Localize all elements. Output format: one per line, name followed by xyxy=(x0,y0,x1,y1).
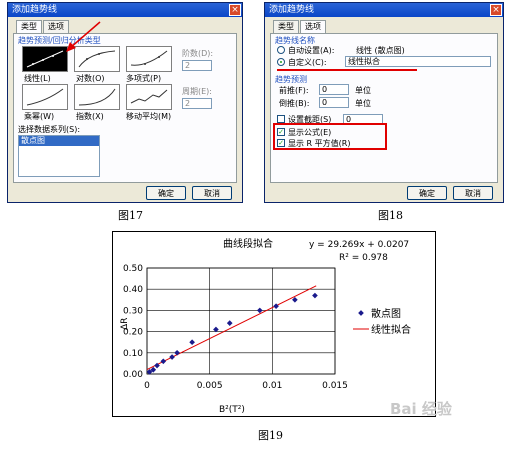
type-power-thumb[interactable] xyxy=(22,84,68,110)
y-tick-label: 0.50 xyxy=(123,264,143,274)
chart-container: 0.00 0.10 0.20 0.30 0.40 0.50 0 0.005 0.01 0.015 … xyxy=(112,231,436,417)
red-arrow-annotation xyxy=(66,21,101,52)
scatter-chart: 0.000.100.200.300.400.500 0.005 0.01 0.015 … xyxy=(120,237,431,415)
chart-title: 曲线段拟合 xyxy=(223,237,273,250)
caption-fig18: 图18 xyxy=(378,209,403,222)
y-tick-label: 0.10 xyxy=(123,349,143,359)
dialog2-ok-button[interactable]: 确定 xyxy=(407,186,447,200)
scatter-point xyxy=(174,349,180,356)
dialog2-titlebar[interactable]: 添加趋势线 × xyxy=(265,3,503,17)
type-moving-avg-label: 移动平均(M) xyxy=(126,112,172,121)
type-poly-thumb[interactable] xyxy=(126,46,172,72)
chart-axes: 0.000.100.200.300.400.500 0.005 0.01 0.015 xyxy=(123,264,348,391)
x-axis-label: B²(T²) xyxy=(219,405,245,415)
dialog2-title: 添加趋势线 xyxy=(269,5,315,15)
type-linear-label: 线性(L) xyxy=(24,74,51,83)
scatter-point xyxy=(226,320,233,326)
exp-preview-icon xyxy=(78,88,116,106)
auto-value: 线性 (散点图) xyxy=(356,46,405,55)
backward-label: 倒推(B): xyxy=(279,99,310,108)
legend-label-fit: 线性拟合 xyxy=(371,323,411,336)
backward-input[interactable]: 0 xyxy=(319,97,349,108)
series-label: 选择数据系列(S): xyxy=(18,125,81,134)
scatter-point xyxy=(169,354,175,360)
poly-preview-icon xyxy=(130,50,168,66)
dialog1-cancel-button[interactable]: 取消 xyxy=(192,186,232,200)
period-label: 周期(E): xyxy=(182,87,212,96)
scatter-point xyxy=(189,339,195,346)
tab-type[interactable]: 类型 xyxy=(16,20,42,34)
order-input[interactable]: 2 xyxy=(182,60,212,71)
type-moving-avg-thumb[interactable] xyxy=(126,84,172,110)
forward-input[interactable]: 0 xyxy=(319,84,349,95)
order-label: 阶数(D): xyxy=(182,49,214,58)
forward-unit: 单位 xyxy=(355,86,371,95)
x-tick-label: 0.005 xyxy=(197,381,223,391)
caption-fig17: 图17 xyxy=(118,209,143,222)
dialog1-title: 添加趋势线 xyxy=(12,5,58,15)
dialog-add-trendline-options: 添加趋势线 × 类型 选项 趋势线名称 自动设置(A): 线性 (散点图) 自定义… xyxy=(264,2,504,203)
scatter-point xyxy=(312,292,318,299)
type-log-label: 对数(O) xyxy=(76,74,105,83)
moving-avg-preview-icon xyxy=(130,89,168,104)
dialog2-cancel-button[interactable]: 取消 xyxy=(453,186,493,200)
plot-area xyxy=(146,267,336,375)
custom-radio[interactable] xyxy=(277,58,285,66)
caption-fig19: 图19 xyxy=(258,429,283,442)
type-poly-label: 多项式(P) xyxy=(126,74,162,83)
backward-unit: 单位 xyxy=(355,99,371,108)
scatter-point xyxy=(160,358,167,365)
auto-radio[interactable] xyxy=(277,46,285,54)
chart-grid xyxy=(146,267,336,375)
power-preview-icon xyxy=(26,88,64,106)
legend-label-scatter: 散点图 xyxy=(371,307,401,320)
type-exp-thumb[interactable] xyxy=(74,84,120,110)
custom-label: 自定义(C): xyxy=(288,58,327,67)
dialog1-ok-button[interactable]: 确定 xyxy=(146,186,186,200)
chart-equation: y = 29.269x + 0.0207 xyxy=(309,240,409,250)
dialog1-panel: 趋势预测/回归分析类型 线性(L) 对数(O) 多项式(P) 阶数(D): 2 … xyxy=(13,33,237,183)
y-tick-label: 0.30 xyxy=(123,306,143,316)
dialog2-tabs: 类型 选项 xyxy=(273,20,327,34)
tab-options[interactable]: 选项 xyxy=(300,20,326,34)
chart-r2: R² = 0.978 xyxy=(339,253,388,263)
y-tick-label: 0.00 xyxy=(123,370,143,380)
x-tick-label: 0 xyxy=(144,381,150,391)
dialog2-close-button[interactable]: × xyxy=(490,4,502,16)
tab-type[interactable]: 类型 xyxy=(273,20,299,33)
dialog1-close-button[interactable]: × xyxy=(229,4,241,16)
type-power-label: 乘幂(W) xyxy=(24,112,55,121)
intercept-checkbox[interactable] xyxy=(277,115,285,123)
type-exp-label: 指数(X) xyxy=(76,112,104,121)
dialog2-panel: 趋势线名称 自动设置(A): 线性 (散点图) 自定义(C): 线性拟合 趋势预… xyxy=(270,33,498,183)
x-tick-label: 0.01 xyxy=(262,381,282,391)
forecast-group-label: 趋势预测 xyxy=(275,75,307,84)
watermark-logo: Bai 经验 xyxy=(390,400,452,418)
period-input[interactable]: 2 xyxy=(182,98,212,109)
dialog-add-trendline-type: 添加趋势线 × 类型 选项 趋势预测/回归分析类型 线性(L) 对数(O) 多项式… xyxy=(7,2,243,203)
y-tick-label: 0.40 xyxy=(123,285,143,295)
series-listbox[interactable]: 散点图 xyxy=(18,135,100,177)
red-underline-annotation xyxy=(277,69,417,71)
series-list-item[interactable]: 散点图 xyxy=(19,136,99,146)
auto-label: 自动设置(A): xyxy=(288,46,335,55)
chart-legend: 散点图 线性拟合 xyxy=(351,304,431,340)
x-tick-label: 0.015 xyxy=(322,381,348,391)
chart-marks xyxy=(146,285,318,375)
y-axis-label: ΔR xyxy=(120,318,130,330)
custom-name-input[interactable]: 线性拟合 xyxy=(345,56,491,67)
red-box-annotation xyxy=(273,123,387,150)
dialog1-titlebar[interactable]: 添加趋势线 × xyxy=(8,3,242,17)
forward-label: 前推(F): xyxy=(279,86,309,95)
